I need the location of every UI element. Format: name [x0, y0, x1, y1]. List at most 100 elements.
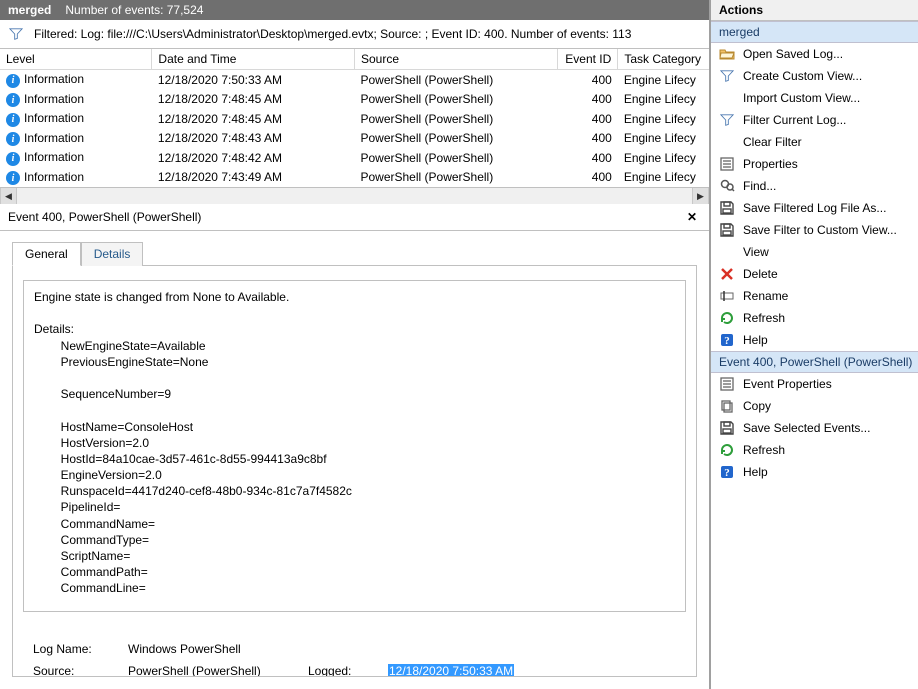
action-label: Save Filter to Custom View... — [743, 223, 897, 237]
action-filter-current-log[interactable]: Filter Current Log... — [711, 109, 918, 131]
action-label: Clear Filter — [743, 135, 802, 149]
tab-general[interactable]: General — [12, 242, 81, 266]
scroll-right-arrow[interactable]: ▶ — [692, 188, 709, 205]
log-title: merged — [8, 3, 51, 17]
action-copy[interactable]: Copy — [711, 395, 918, 417]
cell-source: PowerShell (PowerShell) — [354, 109, 557, 129]
info-icon: i — [6, 113, 20, 127]
info-icon: i — [6, 132, 20, 146]
event-detail-text: Engine state is changed from None to Ava… — [23, 280, 686, 612]
filter-bar: Filtered: Log: file:///C:\Users\Administ… — [0, 20, 709, 49]
tab-details[interactable]: Details — [81, 242, 144, 266]
find-icon — [719, 178, 735, 194]
action-label: Save Selected Events... — [743, 421, 870, 435]
filter-description: Filtered: Log: file:///C:\Users\Administ… — [34, 27, 631, 41]
action-help[interactable]: ?Help — [711, 329, 918, 351]
cell-source: PowerShell (PowerShell) — [354, 129, 557, 149]
cell-eventid: 400 — [557, 90, 618, 110]
action-label: Find... — [743, 179, 776, 193]
cell-task: Engine Lifecy — [618, 109, 709, 129]
save-icon — [719, 200, 735, 216]
action-delete[interactable]: Delete — [711, 263, 918, 285]
action-import-custom-view[interactable]: Import Custom View... — [711, 87, 918, 109]
titlebar: merged Number of events: 77,524 — [0, 0, 709, 20]
detail-tabs: General Details — [0, 231, 709, 265]
action-rename[interactable]: Rename — [711, 285, 918, 307]
event-count: Number of events: 77,524 — [65, 3, 203, 17]
blank-icon — [719, 244, 735, 260]
event-meta-grid: Log Name: Windows PowerShell Source: Pow… — [23, 642, 686, 677]
action-properties[interactable]: Properties — [711, 153, 918, 175]
delete-icon — [719, 266, 735, 282]
action-find[interactable]: Find... — [711, 175, 918, 197]
info-icon: i — [6, 74, 20, 88]
column-header-level[interactable]: Level — [0, 49, 152, 70]
cell-level: Information — [24, 72, 84, 86]
action-view[interactable]: View — [711, 241, 918, 263]
action-event-properties[interactable]: Event Properties — [711, 373, 918, 395]
action-open-saved-log[interactable]: Open Saved Log... — [711, 43, 918, 65]
cell-source: PowerShell (PowerShell) — [354, 168, 557, 188]
action-save-filtered-log-file-as[interactable]: Save Filtered Log File As... — [711, 197, 918, 219]
cell-datetime: 12/18/2020 7:48:45 AM — [152, 90, 355, 110]
svg-text:?: ? — [724, 335, 730, 347]
events-table[interactable]: Level Date and Time Source Event ID Task… — [0, 49, 709, 187]
info-icon: i — [6, 152, 20, 166]
funnel-icon — [719, 112, 735, 128]
detail-header: Event 400, PowerShell (PowerShell) ✕ — [0, 204, 709, 231]
info-icon: i — [6, 93, 20, 107]
cell-datetime: 12/18/2020 7:50:33 AM — [152, 70, 355, 90]
detail-title: Event 400, PowerShell (PowerShell) — [8, 210, 201, 224]
info-icon: i — [6, 171, 20, 185]
table-row[interactable]: i Information 12/18/2020 7:50:33 AMPowerSh… — [0, 70, 709, 90]
cell-eventid: 400 — [557, 168, 618, 188]
meta-logged-label: Logged: — [308, 664, 388, 677]
actions-group-merged: merged — [711, 21, 918, 43]
meta-logname-label: Log Name: — [33, 642, 128, 656]
action-save-filter-to-custom-view[interactable]: Save Filter to Custom View... — [711, 219, 918, 241]
actions-pane: Actions merged Open Saved Log... Create C… — [710, 0, 918, 689]
action-help[interactable]: ?Help — [711, 461, 918, 483]
save-icon — [719, 222, 735, 238]
cell-level: Information — [24, 131, 84, 145]
action-label: Delete — [743, 267, 778, 281]
action-label: Open Saved Log... — [743, 47, 843, 61]
cell-eventid: 400 — [557, 129, 618, 149]
actions-group-event: Event 400, PowerShell (PowerShell) — [711, 351, 918, 373]
action-save-selected-events[interactable]: Save Selected Events... — [711, 417, 918, 439]
meta-logname-value: Windows PowerShell — [128, 642, 676, 656]
copy-icon — [719, 398, 735, 414]
action-label: Rename — [743, 289, 788, 303]
column-header-source[interactable]: Source — [354, 49, 557, 70]
column-header-eventid[interactable]: Event ID — [557, 49, 618, 70]
close-icon[interactable]: ✕ — [683, 210, 701, 224]
table-row[interactable]: iInformation12/18/2020 7:48:45 AMPowerSh… — [0, 109, 709, 129]
cell-eventid: 400 — [557, 70, 618, 90]
action-label: Refresh — [743, 443, 785, 457]
action-refresh[interactable]: Refresh — [711, 307, 918, 329]
rename-icon — [719, 288, 735, 304]
actions-title: Actions — [711, 0, 918, 21]
properties-icon — [719, 156, 735, 172]
horizontal-scrollbar[interactable]: ◀ ▶ — [0, 187, 709, 204]
tab-body-general: Engine state is changed from None to Ava… — [12, 265, 697, 677]
action-clear-filter[interactable]: Clear Filter — [711, 131, 918, 153]
cell-task: Engine Lifecy — [618, 129, 709, 149]
properties-icon — [719, 376, 735, 392]
action-label: Create Custom View... — [743, 69, 862, 83]
scroll-left-arrow[interactable]: ◀ — [0, 188, 17, 205]
meta-source-label: Source: — [33, 664, 128, 677]
column-header-datetime[interactable]: Date and Time — [152, 49, 355, 70]
cell-level: Information — [24, 150, 84, 164]
column-header-task[interactable]: Task Category — [618, 49, 709, 70]
cell-source: PowerShell (PowerShell) — [354, 70, 557, 90]
action-create-custom-view[interactable]: Create Custom View... — [711, 65, 918, 87]
table-row[interactable]: iInformation12/18/2020 7:43:49 AMPowerSh… — [0, 168, 709, 188]
help-icon: ? — [719, 464, 735, 480]
action-refresh[interactable]: Refresh — [711, 439, 918, 461]
refresh-icon — [719, 442, 735, 458]
table-row[interactable]: iInformation12/18/2020 7:48:45 AMPowerSh… — [0, 90, 709, 110]
table-row[interactable]: iInformation12/18/2020 7:48:42 AMPowerSh… — [0, 148, 709, 168]
help-icon: ? — [719, 332, 735, 348]
table-row[interactable]: iInformation12/18/2020 7:48:43 AMPowerSh… — [0, 129, 709, 149]
